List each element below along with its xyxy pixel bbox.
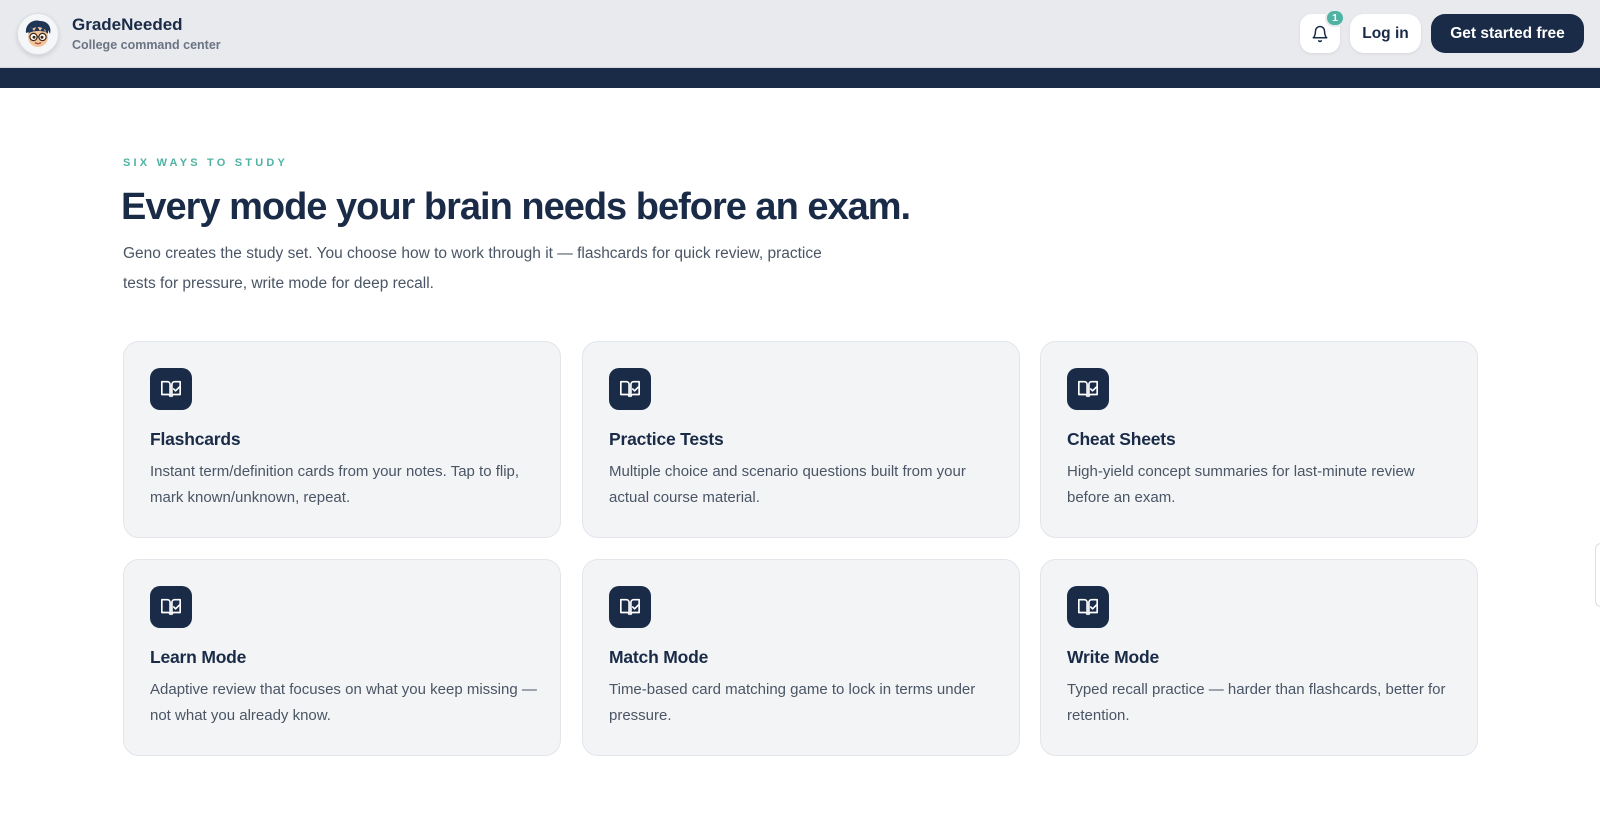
book-check-icon xyxy=(609,586,651,628)
mode-card-flashcards[interactable]: Flashcards Instant term/definition cards… xyxy=(123,341,561,538)
mode-card-write-mode[interactable]: Write Mode Typed recall practice — harde… xyxy=(1040,559,1478,756)
mode-card-cheat-sheets[interactable]: Cheat Sheets High-yield concept summarie… xyxy=(1040,341,1478,538)
mode-card-learn-mode[interactable]: Learn Mode Adaptive review that focuses … xyxy=(123,559,561,756)
mode-card-description: Time-based card matching game to lock in… xyxy=(609,681,976,724)
book-check-icon xyxy=(1067,586,1109,628)
brand-name: GradeNeeded xyxy=(72,14,183,34)
book-check-icon xyxy=(150,586,192,628)
mode-card-description: High-yield concept summaries for last-mi… xyxy=(1067,463,1415,506)
section-eyebrow: SIX WAYS TO STUDY xyxy=(123,157,289,169)
brand-tagline: College command center xyxy=(72,37,221,52)
get-started-button[interactable]: Get started free xyxy=(1431,14,1584,53)
brand-logo-link[interactable]: GradeNeeded College command center xyxy=(17,13,221,55)
mode-card-description: Multiple choice and scenario questions b… xyxy=(609,463,966,506)
mode-card-description: Instant term/definition cards from your … xyxy=(150,463,520,506)
section-headline: Every mode your brain needs before an ex… xyxy=(121,186,911,228)
mode-card-title: Write Mode xyxy=(1067,647,1159,667)
mode-card-description: Adaptive review that focuses on what you… xyxy=(150,681,537,724)
section-intro: Geno creates the study set. You choose h… xyxy=(123,245,822,292)
mode-card-title: Practice Tests xyxy=(609,429,724,449)
mode-card-title: Learn Mode xyxy=(150,647,247,667)
mode-card-practice-tests[interactable]: Practice Tests Multiple choice and scena… xyxy=(582,341,1020,538)
mascot-avatar-icon xyxy=(17,13,59,55)
side-feedback-tab[interactable] xyxy=(1595,543,1600,607)
login-button[interactable]: Log in xyxy=(1350,14,1421,53)
mode-card-title: Match Mode xyxy=(609,647,709,667)
book-check-icon xyxy=(609,368,651,410)
mode-card-description: Typed recall practice — harder than flas… xyxy=(1067,681,1446,724)
book-check-icon xyxy=(1067,368,1109,410)
mode-card-title: Cheat Sheets xyxy=(1067,429,1176,449)
book-check-icon xyxy=(150,368,192,410)
mode-card-match-mode[interactable]: Match Mode Time-based card matching game… xyxy=(582,559,1020,756)
notification-count-badge: 1 xyxy=(1325,9,1345,27)
header-divider-strip xyxy=(0,68,1600,88)
mode-card-title: Flashcards xyxy=(150,429,241,449)
bell-icon xyxy=(1312,25,1328,42)
